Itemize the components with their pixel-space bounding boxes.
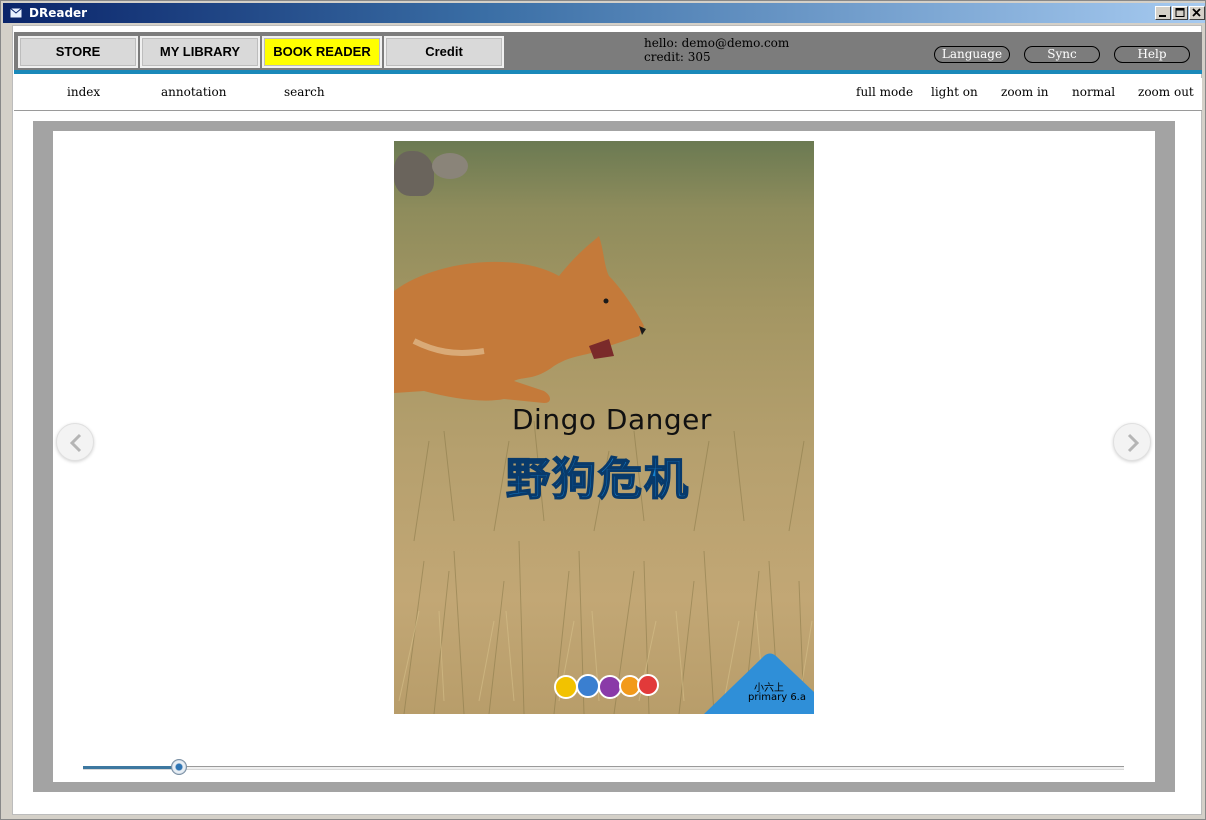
book-cover: Dingo Danger 野狗危机 小六上 primary 6.a	[394, 141, 814, 714]
normal-zoom-link[interactable]: normal	[1072, 84, 1115, 100]
language-button[interactable]: Language	[934, 46, 1010, 63]
reader-frame: Dingo Danger 野狗危机 小六上 primary 6.a	[33, 121, 1175, 792]
minimize-icon	[1159, 15, 1166, 17]
grade-label-english: primary 6.a	[748, 692, 806, 703]
previous-page-button[interactable]	[56, 423, 94, 461]
user-credit: credit: 305	[644, 50, 711, 64]
reader-page: Dingo Danger 野狗危机 小六上 primary 6.a	[53, 131, 1155, 782]
sync-button[interactable]: Sync	[1024, 46, 1100, 63]
progress-fill	[83, 766, 179, 769]
full-mode-link[interactable]: full mode	[856, 84, 913, 100]
app-icon	[9, 7, 23, 19]
close-icon	[1192, 8, 1201, 17]
cover-rock	[394, 151, 434, 196]
zoom-in-link[interactable]: zoom in	[1001, 84, 1049, 100]
next-page-button[interactable]	[1113, 423, 1151, 461]
app-content: STORE MY LIBRARY BOOK READER Credit hell…	[12, 25, 1202, 815]
top-navigation: STORE MY LIBRARY BOOK READER Credit hell…	[14, 32, 1202, 74]
my-library-tab[interactable]: MY LIBRARY	[140, 36, 260, 68]
close-button[interactable]	[1189, 6, 1205, 20]
dingo-illustration	[394, 236, 646, 403]
page-progress-slider[interactable]	[83, 759, 1124, 775]
chevron-left-icon	[69, 433, 82, 453]
maximize-button[interactable]	[1172, 6, 1188, 20]
search-link[interactable]: search	[284, 84, 325, 100]
user-info: hello: demo@demo.com credit: 305	[644, 36, 789, 64]
publisher-logo	[554, 674, 659, 699]
app-window: DReader STORE MY LIBRARY BOOK READER Cre…	[0, 0, 1206, 820]
reader-toolbar: index annotation search full mode light …	[14, 78, 1202, 111]
book-reader-tab[interactable]: BOOK READER	[262, 36, 382, 68]
store-tab[interactable]: STORE	[18, 36, 138, 68]
light-on-link[interactable]: light on	[931, 84, 978, 100]
progress-thumb[interactable]	[170, 759, 187, 775]
index-link[interactable]: index	[67, 84, 100, 100]
credit-tab[interactable]: Credit	[384, 36, 504, 68]
title-bar[interactable]: DReader	[3, 3, 1205, 23]
annotation-link[interactable]: annotation	[161, 84, 226, 100]
minimize-button[interactable]	[1155, 6, 1171, 20]
cover-rock	[432, 153, 468, 179]
book-title-english: Dingo Danger	[512, 403, 712, 436]
chevron-right-icon	[1127, 433, 1140, 453]
book-title-chinese: 野狗危机	[505, 453, 690, 506]
help-button[interactable]: Help	[1114, 46, 1190, 63]
window-title: DReader	[29, 6, 88, 20]
maximize-icon	[1175, 8, 1185, 17]
zoom-out-link[interactable]: zoom out	[1138, 84, 1194, 100]
user-greeting: hello: demo@demo.com	[644, 36, 790, 50]
